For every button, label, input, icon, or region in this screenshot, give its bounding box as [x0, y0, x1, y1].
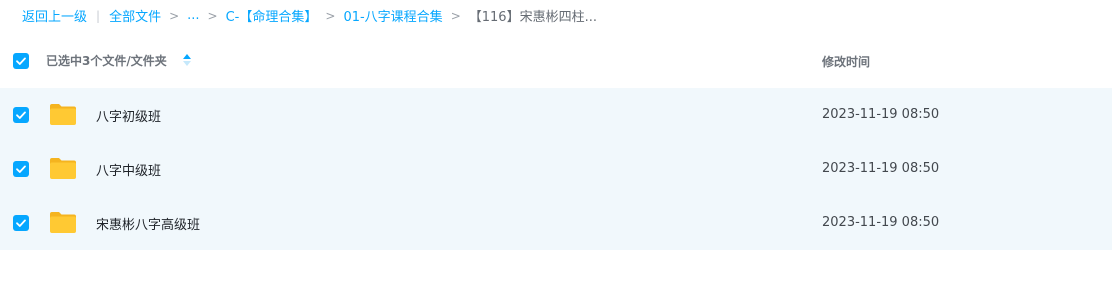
checkmark-icon: [16, 57, 26, 65]
table-row[interactable]: 宋惠彬八字高级班 2023-11-19 08:50: [0, 196, 1112, 250]
modified-time-header[interactable]: 修改时间: [822, 53, 870, 70]
sort-icon[interactable]: [182, 53, 192, 67]
row-checkbox[interactable]: [13, 215, 29, 231]
selection-count-label: 已选中3个文件/文件夹: [46, 54, 167, 68]
chevron-right-icon: >: [325, 8, 336, 23]
row-checkbox[interactable]: [13, 107, 29, 123]
breadcrumb-current: 【116】宋惠彬四柱...: [468, 10, 597, 25]
folder-icon: [50, 158, 76, 179]
breadcrumb-item-bazi-courses[interactable]: 01-八字课程合集: [343, 6, 442, 25]
row-checkbox[interactable]: [13, 161, 29, 177]
file-list-header: 已选中3个文件/文件夹 修改时间: [0, 34, 1112, 86]
chevron-right-icon: >: [207, 8, 218, 23]
table-row[interactable]: 八字初级班 2023-11-19 08:50: [0, 88, 1112, 142]
file-name[interactable]: 宋惠彬八字高级班: [96, 214, 200, 233]
folder-icon: [50, 212, 76, 233]
select-all-checkbox[interactable]: [13, 53, 29, 69]
checkmark-icon: [16, 111, 26, 119]
breadcrumb-ellipsis[interactable]: ...: [187, 8, 199, 23]
breadcrumb-divider: |: [96, 8, 101, 23]
checkmark-icon: [16, 219, 26, 227]
file-modified-time: 2023-11-19 08:50: [822, 107, 940, 122]
file-name[interactable]: 八字中级班: [96, 160, 161, 179]
breadcrumb: 返回上一级 | 全部文件 > ... > C-【命理合集】 > 01-八字课程合…: [22, 0, 597, 31]
table-row[interactable]: 八字中级班 2023-11-19 08:50: [0, 142, 1112, 196]
checkmark-icon: [16, 165, 26, 173]
file-modified-time: 2023-11-19 08:50: [822, 161, 940, 176]
file-list: 八字初级班 2023-11-19 08:50 八字中级班 2023-11-19 …: [0, 88, 1112, 250]
breadcrumb-all-files[interactable]: 全部文件: [109, 6, 161, 25]
file-name[interactable]: 八字初级班: [96, 106, 161, 125]
back-link[interactable]: 返回上一级: [22, 6, 87, 25]
chevron-right-icon: >: [169, 8, 180, 23]
folder-icon: [50, 104, 76, 125]
breadcrumb-item-mingli[interactable]: C-【命理合集】: [226, 6, 318, 25]
file-modified-time: 2023-11-19 08:50: [822, 215, 940, 230]
chevron-right-icon: >: [450, 8, 461, 23]
